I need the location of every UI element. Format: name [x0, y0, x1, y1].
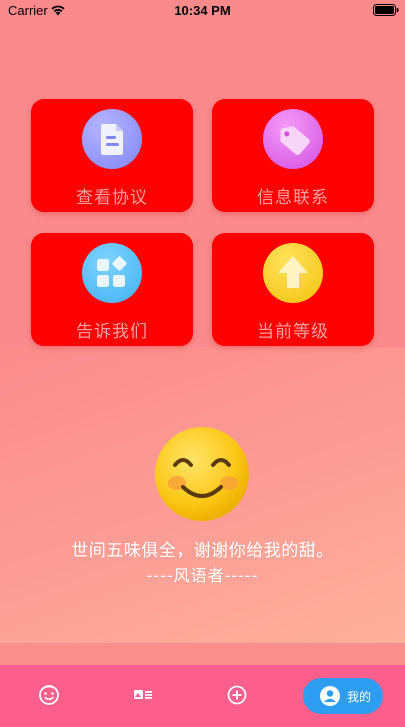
- face-icon: [39, 685, 59, 705]
- background-strip: [0, 643, 405, 665]
- tab-face[interactable]: [35, 681, 63, 709]
- document-icon: [82, 109, 142, 169]
- gallery-icon: [134, 690, 152, 699]
- add-circle-icon: [227, 685, 247, 705]
- user-icon: [320, 686, 340, 706]
- view-agreement-card[interactable]: 查看协议: [31, 99, 193, 212]
- contact-info-label: 信息联系: [257, 188, 329, 208]
- arrow-up-icon: [263, 243, 323, 303]
- contact-info-card[interactable]: 信息联系: [212, 99, 374, 212]
- apps-icon: [82, 243, 142, 303]
- tag-icon: [263, 109, 323, 169]
- tell-us-card[interactable]: 告诉我们: [31, 233, 193, 346]
- status-bar: Carrier 10:34 PM: [0, 0, 405, 22]
- battery-icon: [373, 4, 399, 16]
- tab-add[interactable]: [223, 681, 251, 709]
- tell-us-label: 告诉我们: [76, 322, 148, 342]
- smiley-face-icon: [155, 427, 249, 521]
- current-level-card[interactable]: 当前等级: [212, 233, 374, 346]
- tab-gallery[interactable]: [129, 681, 157, 709]
- tab-mine[interactable]: 我的: [303, 678, 383, 714]
- quote-author: ----风语者-----: [146, 566, 259, 585]
- quote-text: 世间五味俱全，谢谢你给我的甜。: [71, 541, 334, 561]
- tab-bar: 我的: [0, 665, 405, 727]
- view-agreement-label: 查看协议: [76, 188, 148, 208]
- clock: 10:34 PM: [174, 3, 231, 18]
- current-level-label: 当前等级: [257, 322, 329, 342]
- tab-mine-label: 我的: [347, 690, 372, 704]
